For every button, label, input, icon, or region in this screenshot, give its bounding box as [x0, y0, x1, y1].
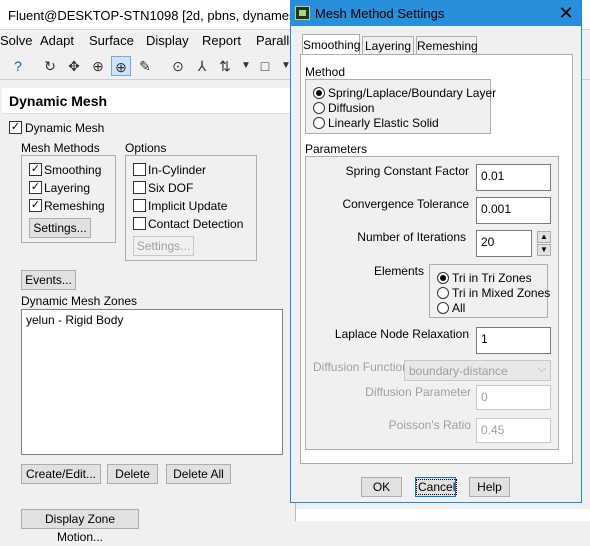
cancel-button[interactable]: Cancel: [415, 477, 458, 497]
dialog-title: Mesh Method Settings: [315, 6, 445, 21]
delete-button[interactable]: Delete: [107, 464, 158, 484]
layering-checkbox[interactable]: ✓: [29, 181, 42, 194]
diffusion-function-select[interactable]: boundary-distance ⌵: [404, 360, 551, 381]
layering-label: Layering: [44, 181, 91, 195]
laplace-label: Laplace Node Relaxation: [334, 327, 469, 341]
panel-header: Dynamic Mesh: [2, 88, 294, 114]
elastic-solid-radio[interactable]: [313, 117, 325, 129]
mesh-method-settings-dialog: Mesh Method Settings ✕ Smoothing Layerin…: [290, 0, 582, 503]
method-title: Method: [305, 65, 346, 79]
events-button[interactable]: Events...: [21, 270, 76, 290]
mesh-methods-title: Mesh Methods: [21, 141, 100, 155]
menu-surface[interactable]: Surface: [89, 33, 134, 48]
help-button[interactable]: Help: [469, 477, 510, 497]
zoom-box-icon[interactable]: ⊕: [111, 56, 131, 76]
diffusion-label: Diffusion: [328, 101, 375, 115]
contact-detection-checkbox[interactable]: [133, 217, 146, 230]
cancel-label: Cancel: [416, 479, 458, 495]
iterations-label: Number of Iterations: [357, 230, 466, 244]
diffusion-function-label: Diffusion Function: [313, 360, 409, 374]
elastic-solid-label: Linearly Elastic Solid: [328, 116, 439, 130]
all-elements-label: All: [452, 301, 466, 315]
diffusion-parameter-label: Diffusion Parameter: [365, 385, 471, 399]
iterations-up-arrow-icon[interactable]: ▲: [537, 231, 551, 243]
close-icon[interactable]: ✕: [556, 3, 576, 23]
remeshing-checkbox[interactable]: ✓: [29, 199, 42, 212]
remeshing-label: Remeshing: [44, 199, 105, 213]
menu-adapt[interactable]: Adapt: [40, 33, 74, 48]
chevron-down-icon: ⌵: [537, 363, 546, 375]
tab-smoothing[interactable]: Smoothing: [302, 34, 360, 55]
spring-constant-label: Spring Constant Factor: [345, 164, 469, 178]
tri-in-mixed-label: Tri in Mixed Zones: [452, 286, 551, 300]
translate-icon[interactable]: ✥: [64, 56, 84, 76]
zones-title: Dynamic Mesh Zones: [21, 294, 138, 308]
elements-label: Elements: [373, 264, 424, 278]
implicit-update-checkbox[interactable]: [133, 199, 146, 212]
zone-item[interactable]: yelun - Rigid Body: [26, 313, 123, 327]
iterations-field[interactable]: 20: [476, 230, 532, 257]
menu-solve[interactable]: Solve: [0, 33, 33, 48]
tri-in-tri-label: Tri in Tri Zones: [452, 271, 532, 285]
diffusion-radio[interactable]: [313, 102, 325, 114]
menu-report[interactable]: Report: [202, 33, 241, 48]
zoom-icon[interactable]: ⊕: [88, 56, 108, 76]
tab-layering[interactable]: Layering: [362, 36, 414, 55]
create-edit-button[interactable]: Create/Edit...: [21, 464, 101, 484]
convergence-label: Convergence Tolerance: [342, 197, 469, 211]
smoothing-label: Smoothing: [44, 163, 102, 177]
laplace-field[interactable]: 1: [476, 327, 551, 354]
all-elements-radio[interactable]: [437, 302, 449, 314]
dialog-titlebar[interactable]: Mesh Method Settings ✕: [291, 1, 581, 26]
options-settings-button[interactable]: Settings...: [133, 236, 194, 256]
view-icon[interactable]: □: [255, 56, 275, 76]
contact-detection-label: Contact Detection: [148, 217, 244, 231]
in-cylinder-checkbox[interactable]: [133, 163, 146, 176]
ok-button[interactable]: OK: [361, 477, 402, 497]
dropdown-icon[interactable]: ▼: [236, 56, 256, 76]
six-dof-label: Six DOF: [148, 181, 194, 195]
tab-remeshing[interactable]: Remeshing: [416, 36, 478, 55]
poisson-label: Poisson's Ratio: [388, 418, 471, 432]
diffusion-function-value: boundary-distance: [409, 364, 508, 378]
help-icon[interactable]: ?: [8, 56, 28, 76]
iterations-down-arrow-icon[interactable]: ▼: [537, 244, 551, 256]
spring-constant-field[interactable]: 0.01: [476, 164, 551, 191]
smoothing-checkbox[interactable]: ✓: [29, 163, 42, 176]
rotate-icon[interactable]: ↻: [40, 56, 60, 76]
tri-in-tri-radio[interactable]: [437, 272, 449, 284]
implicit-update-label: Implicit Update: [148, 199, 228, 213]
mesh-methods-settings-button[interactable]: Settings...: [29, 218, 91, 238]
delete-all-button[interactable]: Delete All: [166, 464, 231, 484]
parameters-title: Parameters: [305, 142, 368, 156]
menu-display[interactable]: Display: [146, 33, 189, 48]
console-area: [296, 509, 590, 521]
options-title: Options: [125, 141, 167, 155]
dynamic-mesh-label: Dynamic Mesh: [25, 121, 105, 135]
dynamic-mesh-checkbox[interactable]: ✓: [9, 121, 22, 134]
fit-icon[interactable]: ⊙: [168, 56, 188, 76]
app-icon: [295, 6, 310, 20]
poisson-field[interactable]: 0.45: [476, 418, 551, 443]
spring-radio[interactable]: [313, 87, 325, 99]
panel-title: Dynamic Mesh: [9, 93, 108, 109]
tri-in-mixed-radio[interactable]: [437, 287, 449, 299]
axes-icon[interactable]: ⇅: [215, 56, 235, 76]
spring-label: Spring/Laplace/Boundary Layer: [328, 86, 497, 100]
six-dof-checkbox[interactable]: [133, 181, 146, 194]
display-zone-motion-button[interactable]: Display Zone Motion...: [21, 509, 139, 544]
probe-icon[interactable]: ✎: [135, 56, 155, 76]
convergence-field[interactable]: 0.001: [476, 197, 551, 224]
zones-listbox[interactable]: yelun - Rigid Body: [21, 309, 283, 455]
window-title: Fluent@DESKTOP-STN1098 [2d, pbns, dyname…: [8, 8, 296, 23]
diffusion-parameter-field[interactable]: 0: [476, 385, 551, 410]
orient-icon[interactable]: ⅄: [192, 56, 212, 76]
in-cylinder-label: In-Cylinder: [148, 163, 207, 177]
